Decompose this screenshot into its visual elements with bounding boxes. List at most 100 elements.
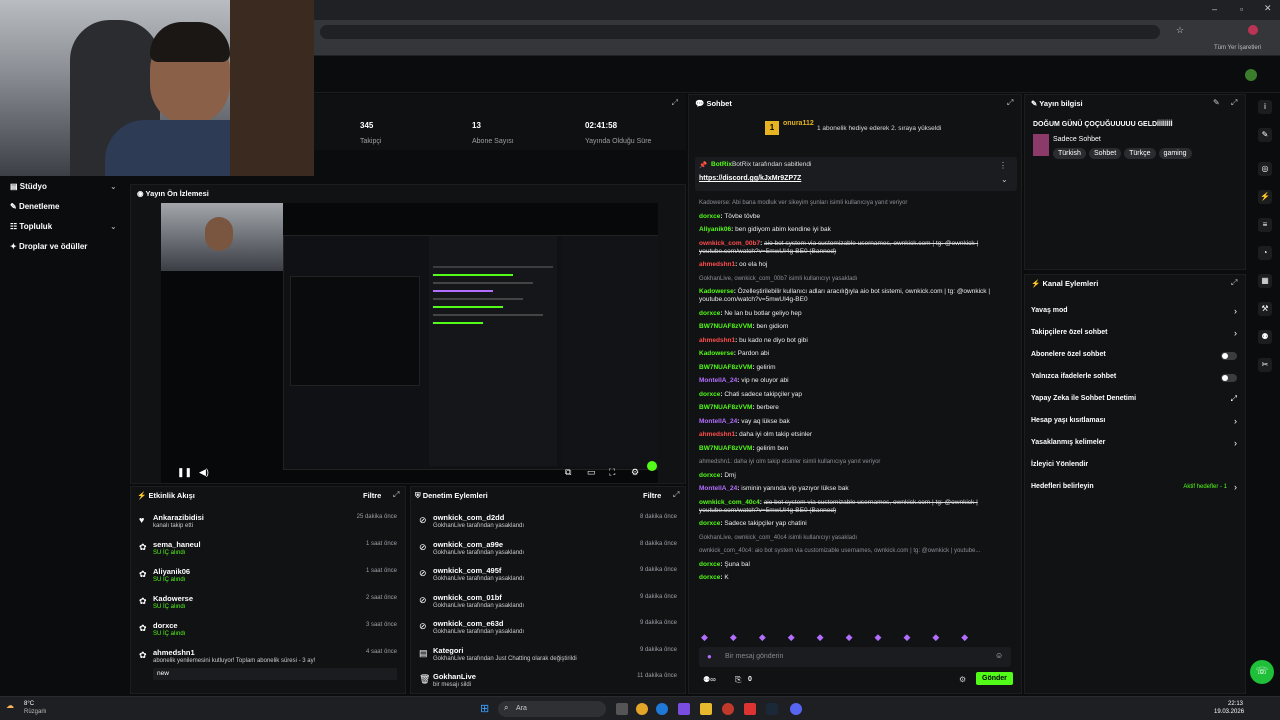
gift-icon[interactable]: ⎘ xyxy=(735,675,741,685)
expand-icon[interactable]: ⤢ xyxy=(1231,98,1237,108)
info-icon[interactable]: i xyxy=(1258,100,1272,114)
recorder-icon[interactable] xyxy=(744,703,756,715)
fullscreen-icon[interactable]: ⛶ xyxy=(609,467,615,478)
task-view-icon[interactable] xyxy=(616,703,628,715)
clip-icon[interactable]: ⧉ xyxy=(565,467,571,478)
activity-item[interactable]: ✿ sema_haneul SU İÇ alındı 1 saat önce xyxy=(137,538,401,562)
list-icon[interactable]: ≡ xyxy=(1258,218,1272,232)
video-player[interactable]: ❚❚ ◀) ⧉ ▭ ⛶ ⚙ xyxy=(161,203,658,483)
url-input[interactable] xyxy=(320,25,1160,39)
expand-icon[interactable]: ⤢ xyxy=(673,490,679,500)
more-icon[interactable]: ⋮ xyxy=(999,161,1007,170)
chat-input[interactable]: ● Bir mesaj gönderin ☺ xyxy=(699,647,1011,667)
chat-message[interactable]: dorxce: Ne lan bu botlar geliyo hep xyxy=(699,310,1013,318)
chat-message[interactable]: ahmedshn1: bu kado ne diyo bot gibi xyxy=(699,337,1013,345)
toggle-switch[interactable] xyxy=(1221,374,1237,382)
sidebar-item-drops[interactable]: ✦ Droplar ve ödüller xyxy=(10,242,87,251)
channel-action-row[interactable]: Hesap yaşı kısıtlaması › xyxy=(1031,415,1241,431)
pencil-icon[interactable]: ✎ xyxy=(1258,128,1272,142)
activity-item[interactable]: ♥ Ankarazibidisi kanalı takip etti 25 dakik… xyxy=(137,511,401,535)
expand-icon[interactable]: ⤢ xyxy=(1007,98,1013,108)
channel-action-row[interactable]: Yavaş mod › xyxy=(1031,305,1241,321)
chat-username[interactable]: dorxce xyxy=(699,520,720,527)
chat-system-message[interactable]: Kadowerse: Abi bana modluk ver sikeyim ş… xyxy=(699,199,1013,207)
modlog-item[interactable]: ⊘ ownkick_com_e63d GokhanLive tarafından y… xyxy=(417,617,681,641)
pause-icon[interactable]: ❚❚ xyxy=(177,467,192,478)
chat-username[interactable]: Aliyanik06 xyxy=(699,226,731,233)
chat-system-message[interactable]: GokhanLive, ownkick_com_00b7 isimli kull… xyxy=(699,275,1013,283)
chat-message[interactable]: ownkick_com_40c4: aio bot system via cus… xyxy=(699,499,1013,515)
chat-username[interactable]: BW7NUAF8zVVM xyxy=(699,445,752,452)
chat-username[interactable]: dorxce xyxy=(699,310,720,317)
chat-system-message[interactable]: ahmedshn1: daha iyi olm takip etsinler i… xyxy=(699,458,1013,466)
chat-message[interactable]: MontellA_24: vay aq lükse bak xyxy=(699,418,1013,426)
chat-username[interactable]: ahmedshn1 xyxy=(699,261,735,268)
users-icon[interactable]: ⚉ xyxy=(1258,330,1272,344)
edit-icon[interactable]: ✎ xyxy=(1213,98,1220,107)
chat-message[interactable]: BW7NUAF8zVVM: berbere xyxy=(699,404,1013,412)
steam-icon[interactable] xyxy=(766,703,778,715)
modlog-item[interactable]: ⊘ ownkick_com_01bf GokhanLive tarafından y… xyxy=(417,591,681,615)
chat-bubble-icon[interactable]: ◔ xyxy=(1258,246,1272,260)
chat-message[interactable]: Kadowerse: Özelleştirilebilir kullanıcı … xyxy=(699,288,1013,304)
chat-username[interactable]: ownkick_com_00b7 xyxy=(699,240,760,247)
edge-icon[interactable] xyxy=(656,703,668,715)
taskbar-search[interactable]: ⌕ Ara xyxy=(498,701,606,717)
modlog-item[interactable]: ⊘ ownkick_com_a99e GokhanLive tarafından y… xyxy=(417,538,681,562)
chat-message[interactable]: dorxce: Dmj xyxy=(699,472,1013,480)
chat-message[interactable]: BW7NUAF8zVVM: ben gidiom xyxy=(699,323,1013,331)
all-bookmarks-link[interactable]: Tüm Yer İşaretleri xyxy=(1214,45,1261,51)
volume-icon[interactable]: ◀) xyxy=(199,467,209,478)
clock-time[interactable]: 22:13 xyxy=(1228,701,1243,707)
activity-item[interactable]: ✿ Aliyanik06 SU İÇ alındı 1 saat önce xyxy=(137,565,401,589)
close-icon[interactable]: ✕ xyxy=(1264,3,1272,14)
chat-username[interactable]: BW7NUAF8zVVM xyxy=(699,323,752,330)
app-icon[interactable] xyxy=(722,703,734,715)
chat-message[interactable]: BW7NUAF8zVVM: gelirim ben xyxy=(699,445,1013,453)
star-icon[interactable]: ☆ xyxy=(1176,25,1184,36)
chat-username[interactable]: MontellA_24 xyxy=(699,485,737,492)
chat-username[interactable]: ownkick_com_40c4 xyxy=(699,499,760,506)
chat-username[interactable]: BW7NUAF8zVVM xyxy=(699,364,752,371)
expand-icon[interactable]: ⤢ xyxy=(672,98,678,108)
sidebar-item-community[interactable]: ☷ Topluluk xyxy=(10,222,52,231)
chat-message[interactable]: BW7NUAF8zVVM: gelirim xyxy=(699,364,1013,372)
chat-username[interactable]: ahmedshn1 xyxy=(699,431,735,438)
chat-message[interactable]: ownkick_com_00b7: aio bot system via cus… xyxy=(699,240,1013,256)
discord-icon[interactable] xyxy=(790,703,802,715)
folder-icon[interactable] xyxy=(700,703,712,715)
chat-message[interactable]: ahmedshn1: oo ela hoj xyxy=(699,261,1013,269)
external-link-icon[interactable]: ⤢ xyxy=(1231,394,1237,404)
chat-message[interactable]: MontellA_24: isminin yanında vip yazıyor… xyxy=(699,485,1013,493)
activity-item[interactable]: ✿ ahmedshn1 abonelik yenilemesini kutluyor… xyxy=(137,646,401,680)
chat-message[interactable]: dorxce: Sadece takipçiler yap chatini xyxy=(699,520,1013,528)
channel-action-row[interactable]: Takipçilere özel sohbet › xyxy=(1031,327,1241,343)
channel-action-row[interactable]: Yapay Zeka ile Sohbet Denetimi ⤢ xyxy=(1031,393,1241,409)
chat-users-icon[interactable]: ⚉∞ xyxy=(703,675,716,684)
channel-action-row[interactable]: Hedefleri belirleyin › Aktif hedefler - 1 xyxy=(1031,481,1241,497)
maximize-icon[interactable]: ▫ xyxy=(1240,4,1243,14)
chat-message[interactable]: MontellA_24: vip ne oluyor abi xyxy=(699,377,1013,385)
top-gifter-name[interactable]: onura112 xyxy=(783,120,814,127)
expand-icon[interactable]: ⤢ xyxy=(1231,278,1237,288)
chat-message[interactable]: Aliyanik06: ben gidiyom abim kendine iyi… xyxy=(699,226,1013,234)
chat-message[interactable]: Kadowerse: Pardon abi xyxy=(699,350,1013,358)
chevron-down-icon[interactable]: ⌄ xyxy=(110,222,117,231)
emote-bar[interactable]: ◆◆◆◆◆◆◆◆◆◆ xyxy=(701,632,1011,644)
tools-icon[interactable]: ✂ xyxy=(1258,358,1272,372)
chevron-right-icon[interactable]: › xyxy=(1234,482,1237,492)
modlog-filter-button[interactable]: Filtre xyxy=(643,491,661,500)
bolt-icon[interactable]: ⚡ xyxy=(1258,190,1272,204)
channel-action-row[interactable]: Abonelere özel sohbet xyxy=(1031,349,1241,365)
modlog-item[interactable]: ⊘ ownkick_com_d2dd GokhanLive tarafından y… xyxy=(417,511,681,535)
chat-message[interactable]: dorxce: K xyxy=(699,574,1013,582)
chat-username[interactable]: MontellA_24 xyxy=(699,418,737,425)
theater-icon[interactable]: ▭ xyxy=(587,467,596,478)
toggle-switch[interactable] xyxy=(1221,352,1237,360)
chat-username[interactable]: dorxce xyxy=(699,213,720,220)
sidebar-item-moderation[interactable]: ✎ Denetleme xyxy=(10,202,59,211)
expand-icon[interactable]: ⤢ xyxy=(393,490,399,500)
modlog-item[interactable]: 🗑 GokhanLive bir mesajı sildi 11 dakika önc… xyxy=(417,670,681,694)
chat-username[interactable]: ahmedshn1 xyxy=(699,337,735,344)
grid-icon[interactable]: ▦ xyxy=(1258,274,1272,288)
